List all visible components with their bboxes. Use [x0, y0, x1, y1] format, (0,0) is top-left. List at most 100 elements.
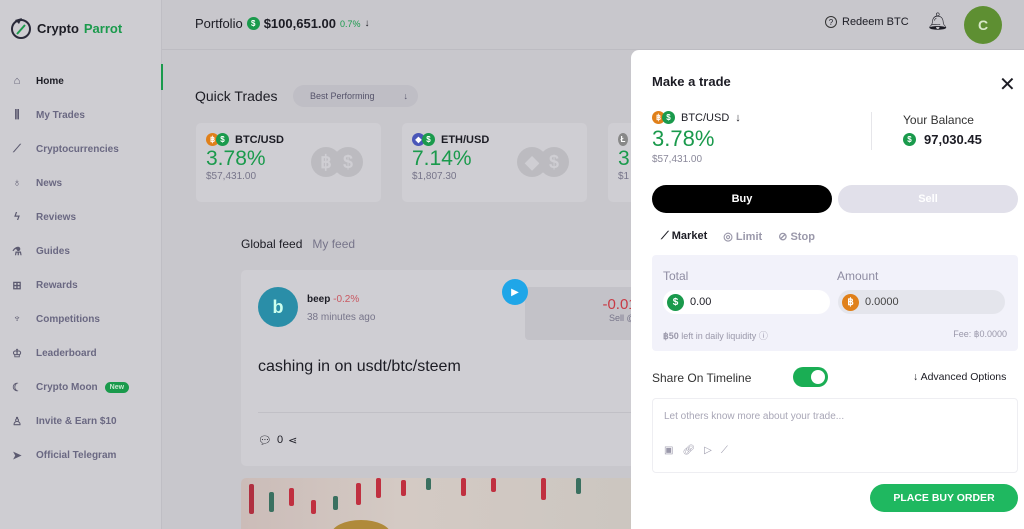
- liquidity-amount: ฿50: [663, 331, 679, 341]
- filter-dropdown[interactable]: Best Performing ↓: [293, 85, 418, 107]
- total-input[interactable]: $0.00: [663, 290, 830, 314]
- tab-label: Stop: [790, 231, 815, 243]
- candle-decoration: [289, 488, 294, 506]
- quick-trade-card[interactable]: ◆ $ ETH/USD 7.14% $1,807.30 ◆ $: [402, 123, 587, 202]
- quick-trade-card[interactable]: ฿ $ BTC/USD 3.78% $57,431.00 ฿ $: [196, 123, 381, 202]
- post-image: [241, 478, 641, 529]
- help-icon[interactable]: ⓘ: [759, 331, 768, 341]
- sidebar-item-crypto-moon[interactable]: ☾ Crypto Moon New: [0, 370, 162, 404]
- liquidity-text: left in daily liquidity: [681, 331, 757, 341]
- sidebar-item-invite-earn-10[interactable]: ♙ Invite & Earn $10: [0, 404, 162, 438]
- telegram-icon: ➤: [12, 449, 22, 462]
- feed-tabs: Global feed My feed: [241, 237, 355, 251]
- sidebar-item-label: Guides: [36, 245, 70, 257]
- total-value: 0.00: [690, 296, 712, 308]
- sidebar-item-reviews[interactable]: ϟ Reviews: [0, 200, 162, 234]
- tab-stop[interactable]: ⊘ Stop: [778, 230, 815, 243]
- link-icon[interactable]: 🔗︎: [682, 445, 695, 456]
- sidebar-item-rewards[interactable]: ⊞ Rewards: [0, 268, 162, 302]
- comment-icon[interactable]: 💬︎: [258, 434, 272, 447]
- post-actions: 💬︎ 0 ⋖: [258, 434, 297, 447]
- chart-icon[interactable]: ⟋: [721, 445, 728, 456]
- pair-label: BTC/USD: [681, 111, 730, 124]
- sidebar-item-news[interactable]: ♁ News: [0, 166, 162, 200]
- post-username[interactable]: beep: [307, 294, 330, 305]
- card-pair: BTC/USD: [235, 133, 284, 146]
- ban-icon: ⊘: [778, 231, 788, 243]
- candle-decoration: [333, 496, 338, 510]
- sidebar-item-home[interactable]: ⌂ Home: [0, 64, 163, 98]
- tab-global-feed[interactable]: Global feed: [241, 237, 302, 251]
- share-icon[interactable]: ⋖: [288, 434, 297, 447]
- post-text: cashing in on usdt/btc/steem: [258, 358, 461, 375]
- balance-value: 97,030.45: [924, 132, 982, 147]
- sidebar-item-label: News: [36, 177, 63, 189]
- candle-decoration: [461, 478, 466, 496]
- coin-watermark-icon: ฿ $: [311, 147, 363, 177]
- liquidity-note: ฿50 left in daily liquidity ⓘ: [663, 329, 768, 342]
- trade-panel: Make a trade ✕ ฿ $ BTC/USD ↓ 3.78% $57,431.…: [631, 50, 1024, 529]
- gift-icon: ⊞: [12, 279, 22, 292]
- video-icon[interactable]: ▷: [704, 445, 712, 456]
- post-avatar[interactable]: b: [258, 287, 298, 327]
- chevron-down-icon: ↓: [403, 91, 409, 101]
- comment-count: 0: [276, 434, 284, 446]
- tab-my-feed[interactable]: My feed: [312, 237, 355, 251]
- share-label: Share On Timeline: [652, 371, 752, 385]
- quick-trades-title: Quick Trades: [195, 88, 278, 104]
- flask-icon: ⚗: [12, 245, 22, 258]
- sidebar-item-label: My Trades: [36, 109, 85, 121]
- fire-icon: ♁: [12, 177, 22, 189]
- sell-button[interactable]: Sell: [838, 185, 1018, 213]
- arrow-down-icon: ↓: [364, 18, 370, 29]
- sidebar-item-my-trades[interactable]: ⫼ My Trades: [0, 98, 162, 132]
- candle-decoration: [376, 478, 381, 498]
- balance-label: Your Balance: [903, 113, 974, 127]
- sidebar-item-guides[interactable]: ⚗ Guides: [0, 234, 162, 268]
- sidebar-item-cryptocurrencies[interactable]: ⟋ Cryptocurrencies: [0, 132, 162, 166]
- user-avatar[interactable]: C: [964, 6, 1002, 44]
- new-badge: New: [104, 381, 130, 393]
- candle-decoration: [269, 492, 274, 512]
- post-time: 38 minutes ago: [307, 312, 376, 323]
- notifications-bell-icon[interactable]: 🔔︎: [927, 12, 949, 32]
- candle-decoration: [311, 500, 316, 514]
- post-trade-summary[interactable]: -0.017 Sell @: [525, 287, 645, 340]
- tab-market[interactable]: ⟋ Market: [661, 230, 707, 243]
- trade-note-textarea[interactable]: Let others know more about your trade...…: [652, 398, 1018, 473]
- tab-limit[interactable]: ◎ Limit: [723, 230, 762, 243]
- candle-decoration: [576, 478, 581, 494]
- image-icon[interactable]: ▣: [664, 445, 673, 456]
- card-pct: 3: [618, 147, 630, 170]
- sidebar-item-label: Invite & Earn $10: [36, 415, 117, 427]
- portfolio-value: $100,651.00: [263, 16, 336, 31]
- redeem-btc-button[interactable]: ? Redeem BTC: [825, 16, 909, 28]
- btc-coin-icon: ฿: [842, 293, 859, 311]
- coin-watermark-icon: ◆ $: [517, 147, 569, 177]
- play-icon[interactable]: ▶: [502, 279, 528, 305]
- usd-coin-icon: $: [216, 133, 229, 146]
- sidebar-item-official-telegram[interactable]: ➤ Official Telegram: [0, 438, 162, 472]
- chevron-down-icon: ↓: [735, 111, 741, 124]
- candle-decoration: [356, 483, 361, 505]
- candle-decoration: [491, 478, 496, 492]
- usd-coin-icon: $: [903, 133, 916, 146]
- share-toggle[interactable]: [793, 367, 828, 387]
- crown-icon: ♔: [12, 347, 22, 360]
- amount-value: 0.0000: [865, 296, 899, 308]
- pair-selector[interactable]: ฿ $ BTC/USD ↓: [652, 111, 741, 124]
- pair-pct: 3.78%: [652, 126, 715, 151]
- logo[interactable]: Crypto Parrot: [10, 16, 122, 40]
- advanced-label: Advanced Options: [920, 371, 1007, 383]
- close-icon[interactable]: ✕: [999, 72, 1016, 97]
- sidebar-item-competitions[interactable]: ♆ Competitions: [0, 302, 162, 336]
- advanced-options-button[interactable]: ↓ Advanced Options: [913, 371, 1006, 383]
- sidebar-item-leaderboard[interactable]: ♔ Leaderboard: [0, 336, 162, 370]
- buy-button[interactable]: Buy: [652, 185, 832, 213]
- sidebar-item-label: Cryptocurrencies: [36, 143, 119, 155]
- sidebar-item-label: Official Telegram: [36, 449, 117, 461]
- place-buy-order-button[interactable]: PLACE BUY ORDER: [870, 484, 1018, 512]
- bolt-icon: ϟ: [14, 211, 20, 223]
- usd-coin-icon: $: [422, 133, 435, 146]
- amount-input[interactable]: ฿ 0.0000: [838, 290, 1005, 314]
